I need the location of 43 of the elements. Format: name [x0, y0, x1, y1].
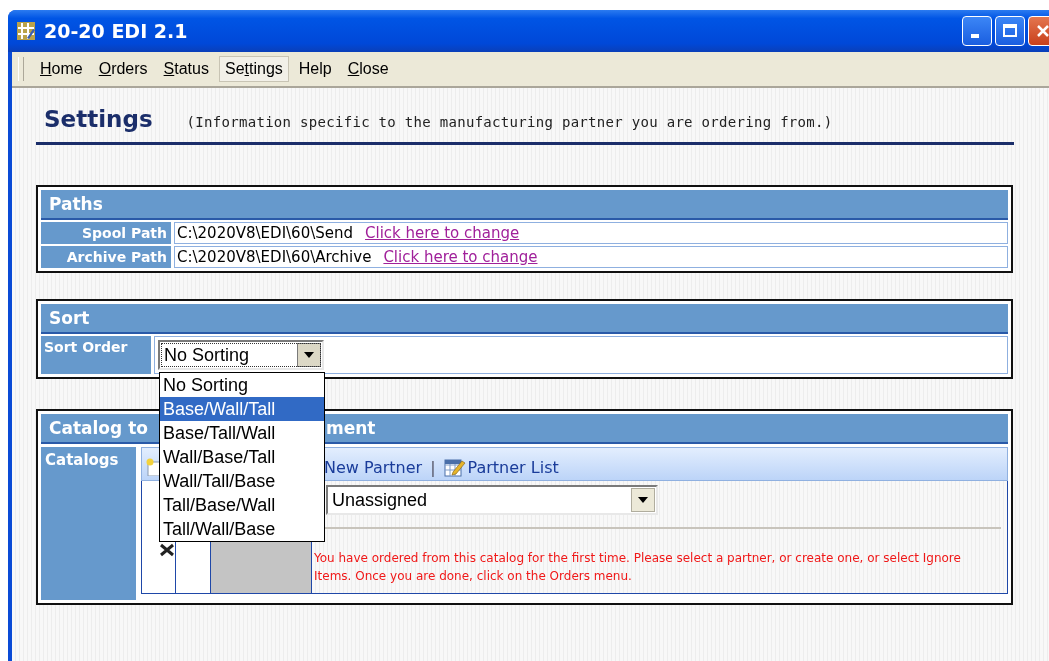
sort-dropdown[interactable]: No Sorting [158, 340, 324, 370]
section-header: Sort [41, 304, 1008, 334]
sort-label: Sort Order [41, 336, 151, 374]
page-subtitle: (Information specific to the manufacturing partner you are ordering from.) [186, 114, 833, 130]
close-icon [1035, 23, 1049, 39]
window-title: 20-20 EDI 2.1 [44, 20, 189, 42]
dropdown-option[interactable]: Wall/Base/Tall [160, 445, 324, 469]
path-value: C:\2020V8\EDI\60\Archive [177, 248, 372, 266]
close-button[interactable] [1028, 16, 1049, 46]
menu-item[interactable]: Home [34, 56, 89, 82]
maximize-icon [1002, 23, 1018, 39]
path-label: Spool Path [41, 222, 171, 244]
maximize-button[interactable] [995, 16, 1025, 46]
grid-icon [16, 21, 36, 41]
page-heading: Settings [44, 106, 153, 132]
menu-item[interactable]: Orders [92, 56, 154, 82]
change-link[interactable]: Click here to change [383, 248, 538, 266]
warning-message: You have ordered from this catalog for the first time. Please select a partner, or create one, or select Ignore Items. Once you are done, click on the Orders menu. [314, 550, 962, 585]
toolbar-separator: | [430, 457, 436, 477]
path-value: C:\2020V8\EDI\60\Send [177, 224, 354, 242]
section-title: ment [325, 418, 376, 438]
toolbar-link[interactable]: New Partner [324, 457, 423, 477]
cross-icon [159, 543, 175, 557]
menu-item[interactable]: Close [341, 56, 395, 82]
path-label: Archive Path [41, 246, 171, 268]
menu-item[interactable]: Status [157, 56, 215, 82]
catalogs-label: Catalogs [41, 447, 136, 600]
minimize-button[interactable] [962, 16, 992, 46]
toolbar-link[interactable]: Partner List [467, 457, 559, 477]
dropdown-option[interactable]: Tall/Base/Wall [160, 493, 324, 517]
menu-item[interactable]: Help [292, 56, 338, 82]
section-header: Paths [41, 190, 1008, 220]
edit-list-icon [443, 457, 466, 477]
minimize-icon [971, 34, 979, 38]
section-title: Catalog to [49, 418, 148, 438]
change-link[interactable]: Click here to change [365, 224, 520, 242]
dropdown-option[interactable]: Base/Tall/Wall [160, 421, 324, 445]
dropdown-option[interactable]: Base/Wall/Tall [160, 397, 324, 421]
dropdown-option[interactable]: No Sorting [160, 373, 324, 397]
dropdown-option[interactable]: Wall/Tall/Base [160, 469, 324, 493]
partner-dropdown[interactable]: Unassigned [326, 485, 658, 515]
menu-item[interactable]: Settings [218, 56, 289, 82]
dropdown-option[interactable]: Tall/Wall/Base [160, 517, 324, 541]
